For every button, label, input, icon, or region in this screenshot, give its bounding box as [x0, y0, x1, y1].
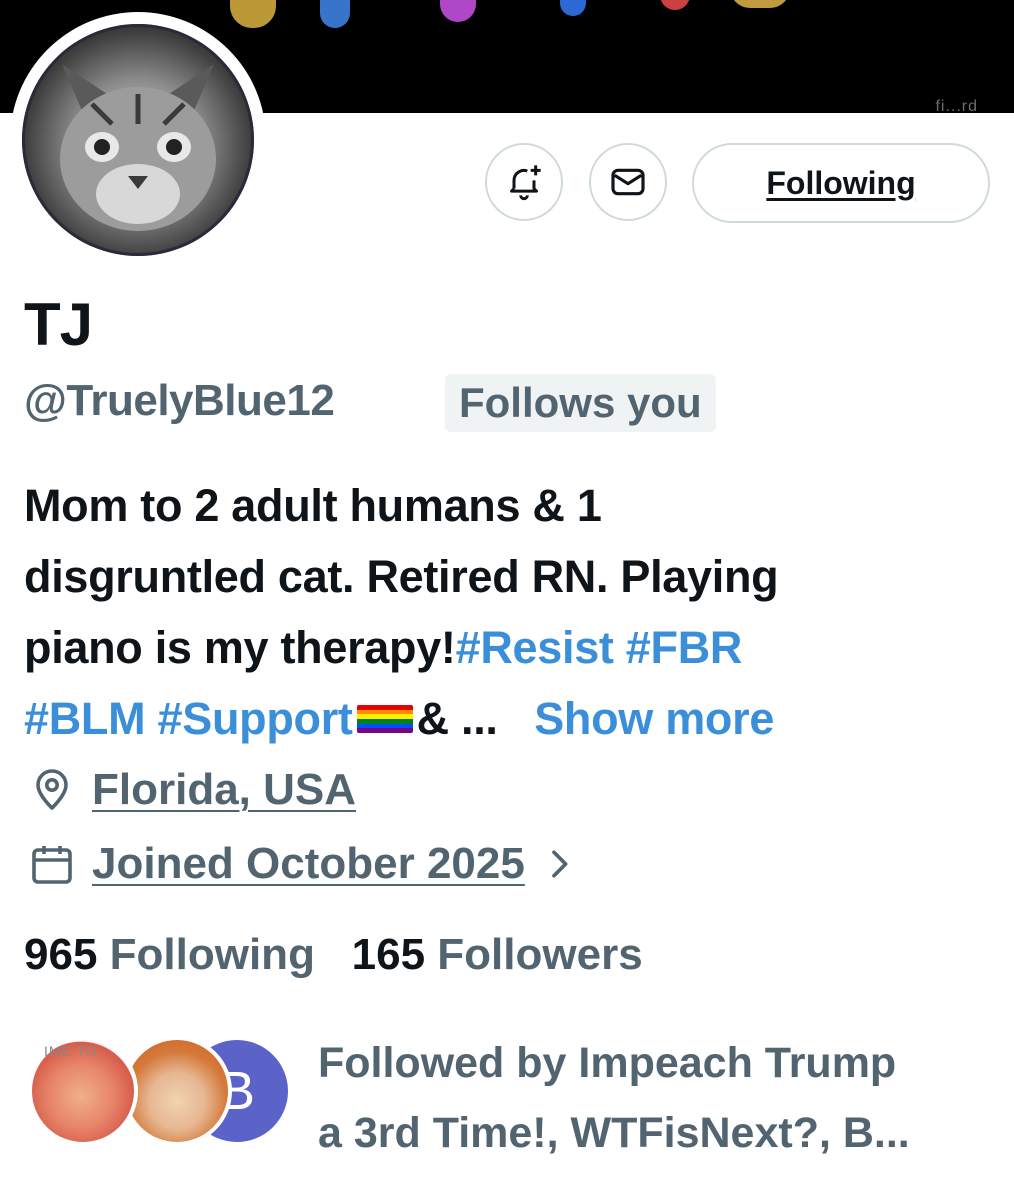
- avatar[interactable]: [22, 24, 254, 256]
- location-link[interactable]: Florida, USA: [92, 765, 356, 815]
- joined-row[interactable]: Joined October 2025: [24, 836, 579, 892]
- message-button[interactable]: [589, 143, 667, 221]
- calendar-icon: [24, 836, 80, 892]
- follow-stats: 965 Following 165 Followers: [24, 930, 643, 980]
- cat-portrait: [60, 64, 216, 231]
- followers-label: Followers: [437, 930, 643, 979]
- profile-bio: Mom to 2 adult humans & 1 disgruntled ca…: [24, 470, 999, 754]
- following-label: Following: [109, 930, 315, 979]
- bio-text: piano is my therapy!: [24, 622, 456, 673]
- location-row: Florida, USA: [24, 762, 356, 818]
- bio-line: disgruntled cat. Retired RN. Playing: [24, 551, 779, 602]
- display-name: TJ: [24, 291, 93, 358]
- bell-plus-icon: [510, 165, 541, 201]
- bio-text: & ...: [416, 693, 498, 744]
- follows-you-badge: Follows you: [445, 374, 716, 432]
- followed-by-line: a 3rd Time!, WTFisNext?, B...: [318, 1109, 910, 1157]
- bio-line: Mom to 2 adult humans & 1: [24, 480, 602, 531]
- banner-caption: fi...rd: [935, 98, 978, 113]
- user-handle: @TruelyBlue12: [24, 376, 335, 425]
- joined-date-link[interactable]: Joined October 2025: [92, 839, 525, 889]
- hashtag-link[interactable]: #BLM #Support: [24, 693, 353, 744]
- follower-avatar[interactable]: [122, 1036, 232, 1146]
- avatar-caption: IME TO: [44, 1043, 98, 1059]
- bio-line: #BLM #Support & ... Show more: [24, 683, 999, 754]
- following-count: 965: [24, 930, 98, 979]
- banner-decoration: [660, 0, 690, 10]
- followed-by-line: Followed by Impeach Trump: [318, 1039, 897, 1087]
- following-button[interactable]: Following: [692, 143, 990, 223]
- location-pin-icon: [24, 762, 80, 818]
- hashtag-link[interactable]: #Resist #FBR: [456, 622, 743, 673]
- banner-decoration: [730, 0, 790, 8]
- banner-decoration: [440, 0, 476, 22]
- banner-decoration: [320, 0, 350, 28]
- show-more-link[interactable]: Show more: [534, 693, 774, 744]
- followed-by-text[interactable]: Followed by Impeach Trump a 3rd Time!, W…: [318, 1028, 998, 1168]
- notifications-button[interactable]: [485, 143, 563, 221]
- envelope-icon: [611, 168, 645, 196]
- chevron-right-icon: [551, 850, 568, 878]
- following-stat[interactable]: 965 Following: [24, 930, 315, 979]
- banner-decoration: [560, 0, 586, 16]
- followers-stat[interactable]: 165 Followers: [352, 930, 643, 979]
- bio-line: piano is my therapy!#Resist #FBR: [24, 612, 999, 683]
- rainbow-flag-icon: [356, 705, 413, 734]
- followers-count: 165: [351, 930, 426, 979]
